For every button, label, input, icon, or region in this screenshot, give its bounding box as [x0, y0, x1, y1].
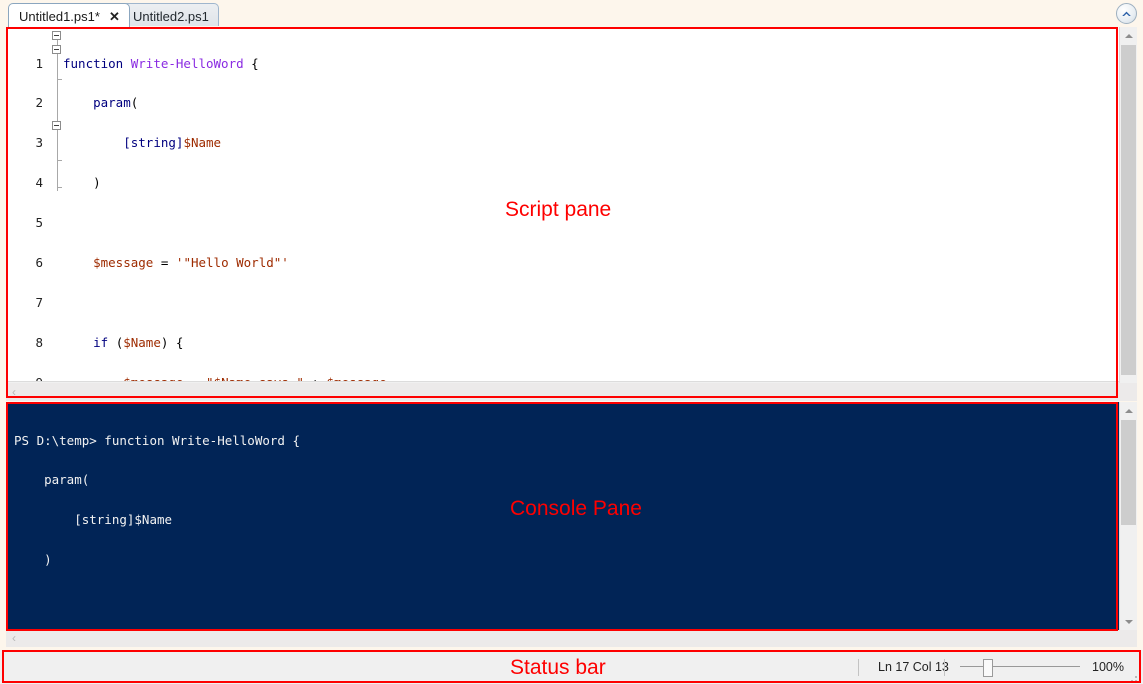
splitter-collapse-icon[interactable]: ‹ — [12, 385, 16, 399]
status-divider — [858, 658, 859, 676]
chevron-up-icon[interactable] — [1116, 3, 1137, 24]
code-line-4: ) — [93, 175, 101, 191]
status-divider — [944, 658, 945, 676]
line-number: 6 — [35, 255, 43, 271]
line-number: 7 — [35, 294, 43, 310]
script-code-text[interactable]: function Write-HelloWord { param( [strin… — [63, 30, 387, 397]
code-line-1: function Write-HelloWord { — [63, 55, 259, 71]
window-resize-grip[interactable] — [1128, 669, 1141, 682]
line-number: 3 — [35, 135, 43, 151]
fold-tick — [57, 160, 62, 161]
fold-tick — [57, 187, 62, 188]
powershell-ise-window: Untitled1.ps1* ✕ Untitled2.ps1 1 2 3 4 5… — [0, 0, 1143, 684]
script-scroll-thumb[interactable] — [1121, 45, 1136, 375]
code-line-3: [string]$Name — [123, 135, 222, 151]
line-number-gutter: 1 2 3 4 5 6 7 8 9 10 11 12 — [6, 30, 46, 397]
tab-untitled2[interactable]: Untitled2.ps1 — [122, 3, 219, 26]
line-number: 1 — [35, 55, 43, 71]
tab-strip: Untitled1.ps1* ✕ Untitled2.ps1 — [0, 0, 1143, 27]
code-line-8: if ($Name) { — [93, 334, 184, 350]
zoom-level-label: 100% — [1092, 660, 1124, 674]
scroll-down-icon[interactable] — [1120, 613, 1137, 630]
annotation-label-script-pane: Script pane — [505, 198, 612, 221]
line-column-indicator: Ln 17 Col 13 — [878, 660, 949, 674]
code-line-6: $message = '"Hello World"' — [93, 255, 289, 271]
fold-toggle-line2[interactable] — [52, 45, 61, 54]
console-vertical-scrollbar[interactable] — [1119, 402, 1137, 630]
code-line-2: param( — [93, 95, 139, 111]
line-number: 2 — [35, 95, 43, 111]
script-vertical-scrollbar[interactable] — [1119, 27, 1137, 397]
zoom-slider-thumb[interactable] — [983, 659, 993, 677]
fold-toggle-line1[interactable] — [52, 31, 61, 40]
fold-toggle-line8[interactable] — [52, 121, 61, 130]
annotation-label-console-pane: Console Pane — [510, 497, 642, 520]
fold-tick — [57, 79, 62, 80]
console-scroll-thumb[interactable] — [1121, 420, 1136, 525]
tab-untitled1-label: Untitled1.ps1* — [19, 9, 100, 24]
tab-untitled2-label: Untitled2.ps1 — [133, 8, 209, 24]
console-line: param( — [14, 472, 90, 488]
annotation-label-status-bar: Status bar — [510, 656, 606, 679]
line-number: 8 — [35, 334, 43, 350]
pane-splitter[interactable]: ‹ — [6, 383, 1137, 401]
zoom-slider-track[interactable] — [960, 666, 1080, 667]
fold-guide-line — [57, 39, 58, 191]
console-line: ) — [14, 552, 52, 568]
tab-untitled1[interactable]: Untitled1.ps1* ✕ — [8, 3, 130, 27]
scroll-up-icon[interactable] — [1120, 402, 1137, 419]
line-number: 4 — [35, 175, 43, 191]
zoom-slider[interactable] — [960, 658, 1080, 677]
console-horizontal-scrollbar[interactable]: ‹ — [6, 630, 1137, 647]
console-line: PS D:\temp> function Write-HelloWord { — [14, 432, 300, 448]
scroll-left-icon[interactable]: ‹ — [12, 631, 16, 645]
line-number: 5 — [35, 215, 43, 231]
close-icon[interactable]: ✕ — [109, 10, 120, 23]
scroll-up-icon[interactable] — [1120, 27, 1137, 44]
